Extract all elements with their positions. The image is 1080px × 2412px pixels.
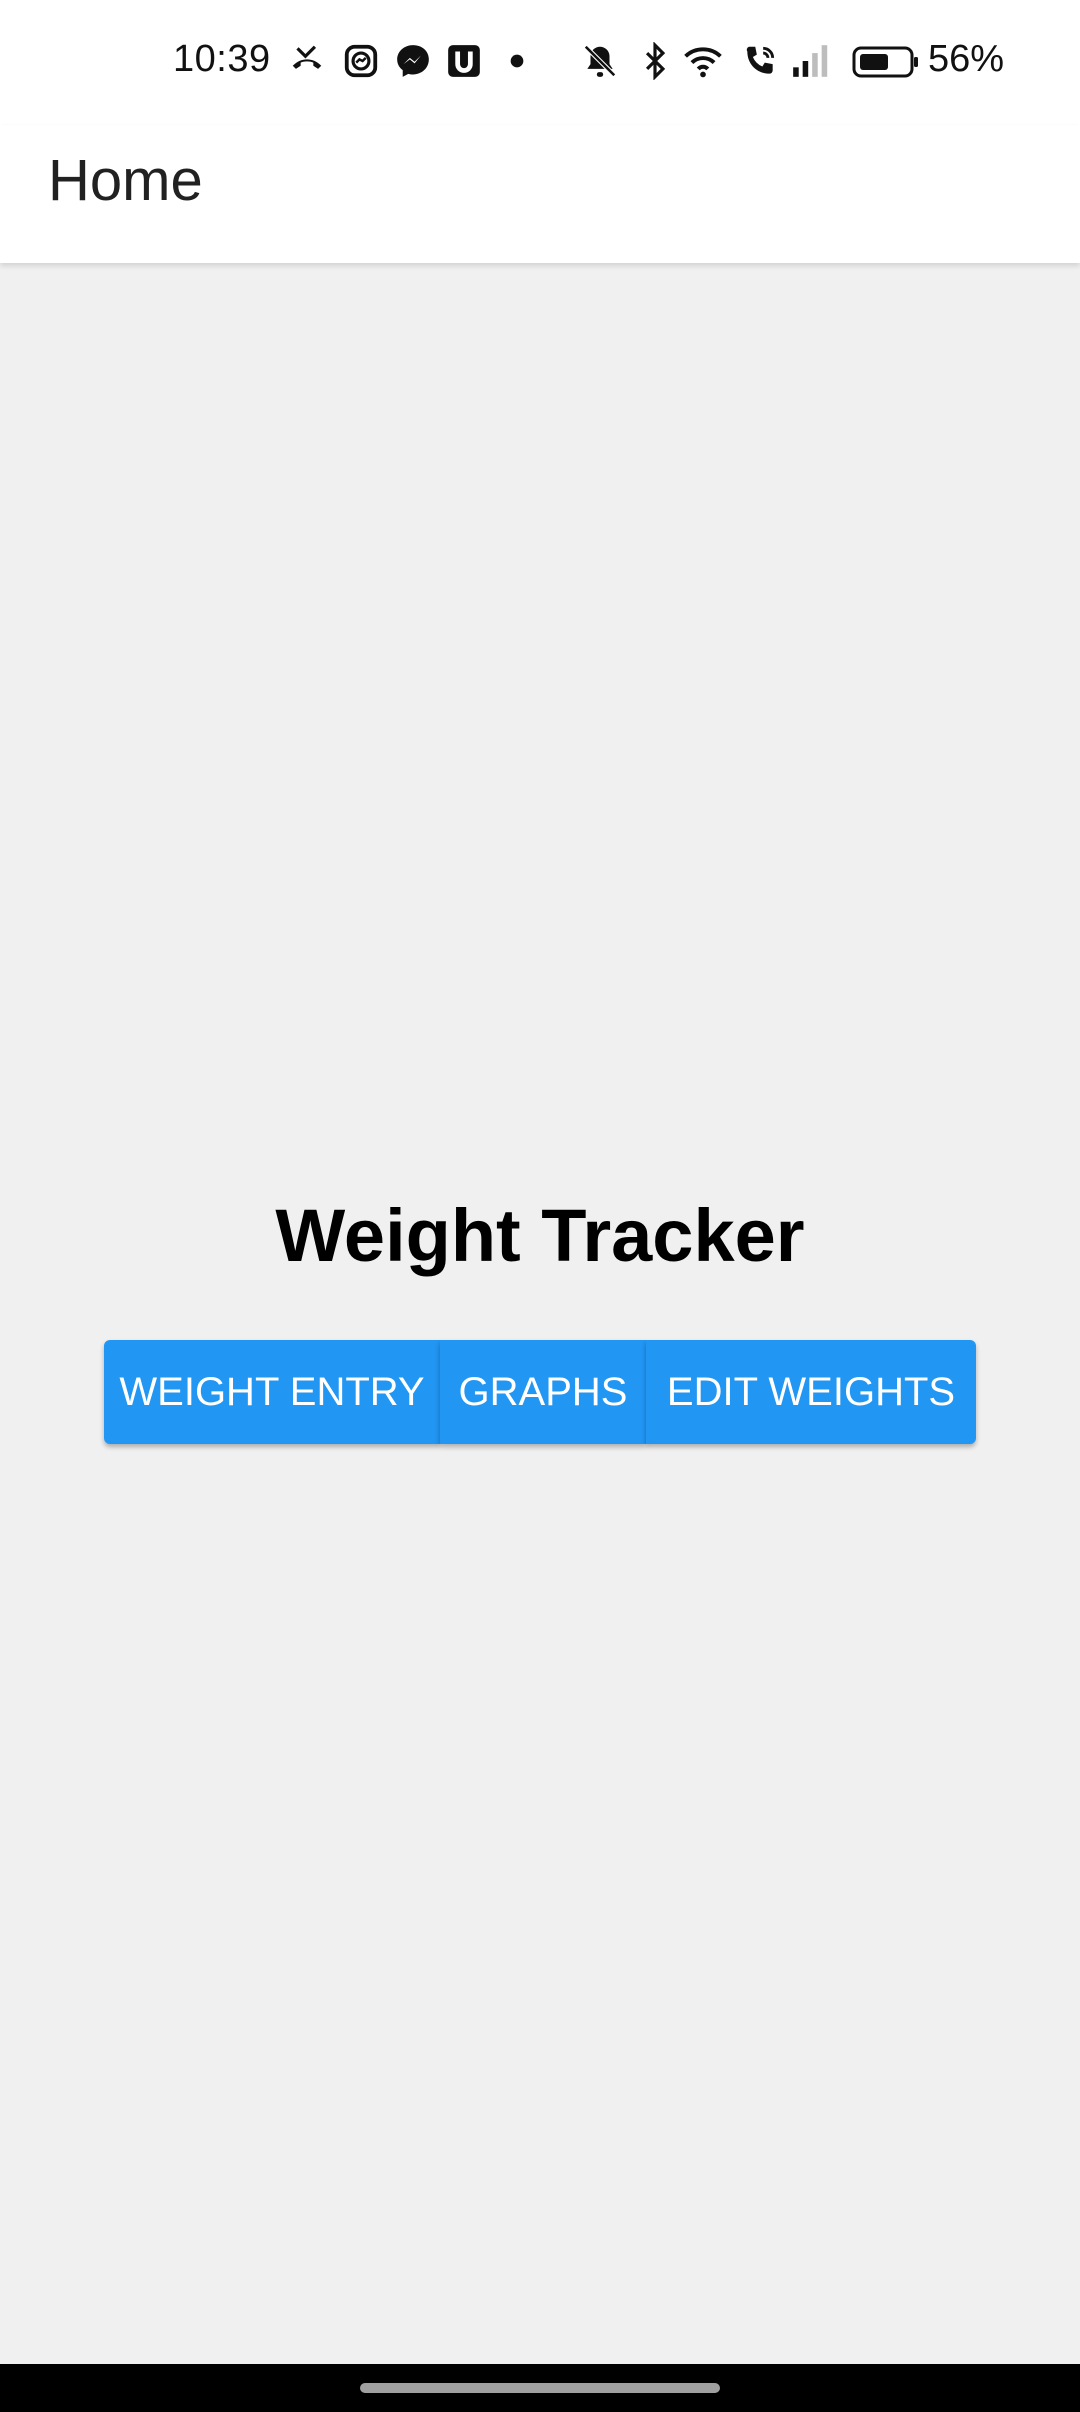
status-bar: 10:39 56% (0, 0, 1080, 125)
home-gesture-handle[interactable] (360, 2383, 720, 2393)
page-title: Home (48, 148, 203, 213)
missed-call-icon (292, 45, 322, 69)
weight-entry-button[interactable]: WEIGHT ENTRY (104, 1340, 440, 1444)
messenger-chat-icon (344, 44, 378, 78)
signal-icon (793, 45, 828, 77)
bluetooth-icon (645, 42, 666, 80)
wifi-icon (684, 47, 722, 78)
app-headline: Weight Tracker (275, 1194, 805, 1277)
battery-icon (852, 46, 918, 78)
silent-icon (584, 45, 616, 77)
status-time: 10:39 (173, 38, 271, 80)
battery-percent: 56% (928, 38, 1005, 80)
messenger-icon (397, 45, 429, 77)
u-app-icon (448, 45, 480, 77)
graphs-button[interactable]: GRAPHS (440, 1340, 646, 1444)
main-content: Weight Tracker WEIGHT ENTRY GRAPHS EDIT … (0, 263, 1080, 2363)
wifi-call-icon (746, 46, 775, 74)
system-nav-bar (0, 2364, 1080, 2412)
edit-weights-button[interactable]: EDIT WEIGHTS (646, 1340, 976, 1444)
app-bar: Home (0, 125, 1080, 263)
dot-icon (510, 54, 524, 68)
action-button-group: WEIGHT ENTRY GRAPHS EDIT WEIGHTS (104, 1340, 976, 1444)
